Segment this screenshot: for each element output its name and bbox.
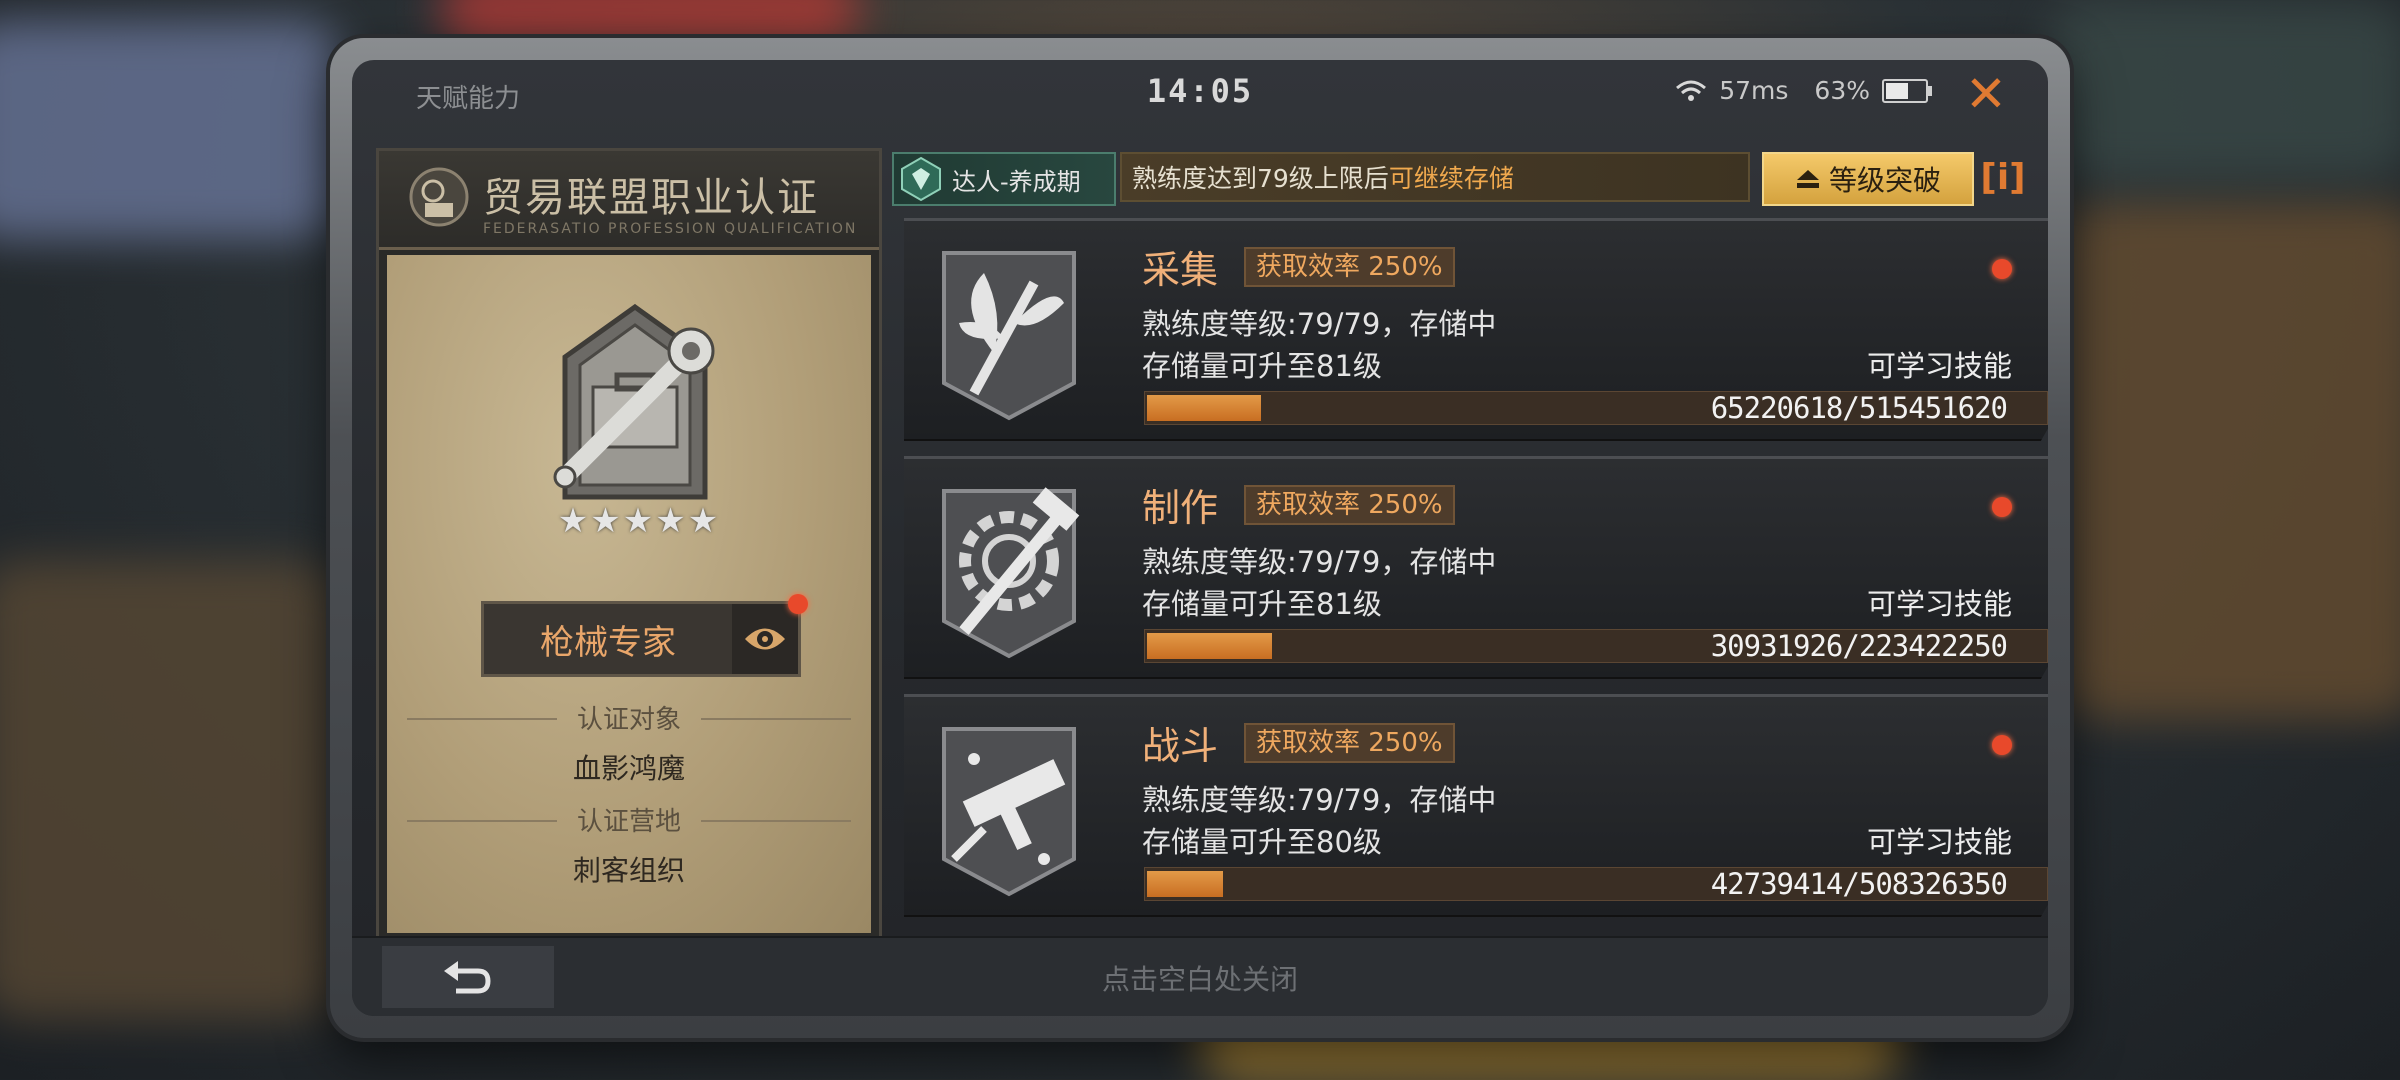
proficiency-progress-bar: 65220618/515451620 bbox=[1144, 391, 2048, 425]
tablet-frame: 天赋能力 14:05 57ms 63% ✕ 贸易联盟职业认证 FEDERASAT… bbox=[330, 38, 2070, 1038]
notification-dot bbox=[788, 594, 808, 614]
rank-gem-icon bbox=[901, 156, 941, 202]
target-value: 血影鸿魔 bbox=[572, 752, 685, 785]
background-blob bbox=[2050, 0, 2400, 180]
notification-dot bbox=[1992, 735, 2012, 755]
federation-logo-icon bbox=[409, 167, 469, 227]
ping-value: 57ms bbox=[1719, 76, 1789, 105]
gear-hammer-icon bbox=[942, 487, 1080, 659]
skill-name: 采集 bbox=[1142, 248, 1219, 292]
star-icon: ★ bbox=[655, 501, 686, 541]
progress-text: 42739414/508326350 bbox=[1710, 867, 2008, 901]
progress-fill bbox=[1147, 633, 1272, 659]
star-icon: ★ bbox=[590, 501, 621, 541]
screen: 天赋能力 14:05 57ms 63% ✕ 贸易联盟职业认证 FEDERASAT… bbox=[352, 60, 2048, 1016]
storage-text: 存储量可升至81级 bbox=[1142, 587, 1382, 621]
background-blob bbox=[2060, 200, 2400, 720]
job-title-label: 枪械专家 bbox=[540, 622, 676, 663]
certificate-header: 贸易联盟职业认证 FEDERASATIO PROFESSION QUALIFIC… bbox=[379, 151, 879, 250]
proficiency-text: 熟练度等级:79/79，存储中 bbox=[1142, 783, 1497, 817]
info-button[interactable]: [i] bbox=[1976, 152, 2030, 202]
certificate-title: 贸易联盟职业认证 bbox=[483, 175, 819, 221]
level-up-icon bbox=[1796, 170, 1819, 188]
target-label: 认证对象 bbox=[387, 699, 871, 736]
proficiency-text: 熟练度等级:79/79，存储中 bbox=[1142, 307, 1497, 341]
camp-value: 刺客组织 bbox=[572, 854, 685, 887]
battery-icon bbox=[1882, 78, 1932, 103]
certificate-panel: 贸易联盟职业认证 FEDERASATIO PROFESSION QUALIFIC… bbox=[376, 148, 882, 944]
smg-icon bbox=[942, 727, 1076, 897]
leaf-icon bbox=[942, 251, 1076, 421]
rank-label: 达人-养成期 bbox=[952, 167, 1081, 196]
bottom-bar: 点击空白处关闭 bbox=[352, 936, 2048, 1016]
status-indicators: 57ms 63% bbox=[1675, 76, 1932, 105]
job-title-button[interactable]: 枪械专家 bbox=[481, 594, 808, 677]
learnable-skill-label: 可学习技能 bbox=[1866, 587, 2012, 621]
star-icon: ★ bbox=[622, 501, 654, 541]
efficiency-badge: 获取效率 250% bbox=[1244, 723, 1455, 763]
banner-message-text: 熟练度达到79级上限后 bbox=[1132, 164, 1389, 193]
certificate-body: ★ ★ ★ ★ ★ 枪械专家 认证对象 血影鸿魔 认证营地 刺客组织 bbox=[387, 255, 871, 933]
storage-text: 存储量可升至80级 bbox=[1142, 825, 1382, 859]
proficiency-progress-bar: 30931926/223422250 bbox=[1144, 629, 2048, 663]
notification-dot bbox=[1992, 259, 2012, 279]
banner-message-highlight: 可继续存储 bbox=[1388, 164, 1514, 193]
star-icon: ★ bbox=[557, 501, 589, 541]
breakthrough-label: 等级突破 bbox=[1828, 164, 1941, 197]
close-hint[interactable]: 点击空白处关闭 bbox=[352, 958, 2048, 998]
learnable-skill-label: 可学习技能 bbox=[1866, 825, 2012, 859]
efficiency-badge: 获取效率 250% bbox=[1244, 485, 1455, 525]
proficiency-text: 熟练度等级:79/79，存储中 bbox=[1142, 545, 1497, 579]
rank-tag: 达人-养成期 bbox=[892, 152, 1116, 206]
banner-message: 熟练度达到79级上限后 可继续存储 bbox=[1120, 152, 1750, 202]
close-icon[interactable]: ✕ bbox=[1958, 66, 2014, 122]
wifi-icon bbox=[1676, 80, 1707, 101]
camp-label: 认证营地 bbox=[387, 801, 871, 838]
skill-name: 战斗 bbox=[1142, 724, 1219, 768]
info-icon: i bbox=[1996, 156, 2010, 198]
battery-percent: 63% bbox=[1814, 76, 1870, 105]
proficiency-progress-bar: 42739414/508326350 bbox=[1144, 867, 2048, 901]
eye-icon[interactable] bbox=[732, 604, 798, 674]
skill-name: 制作 bbox=[1142, 486, 1219, 530]
skill-card-craft[interactable]: 制作 获取效率 250% 熟练度等级:79/79，存储中 存储量可升至81级 可… bbox=[904, 456, 2048, 679]
storage-text: 存储量可升至81级 bbox=[1142, 349, 1382, 383]
progress-text: 30931926/223422250 bbox=[1710, 629, 2008, 663]
star-rating: ★ ★ ★ ★ ★ bbox=[553, 501, 723, 541]
star-icon: ★ bbox=[687, 501, 719, 541]
progress-fill bbox=[1147, 395, 1262, 421]
status-banner: 达人-养成期 熟练度达到79级上限后 可继续存储 等级突破 [i] bbox=[892, 148, 2048, 206]
learnable-skill-label: 可学习技能 bbox=[1866, 349, 2012, 383]
skill-card-combat[interactable]: 战斗 获取效率 250% 熟练度等级:79/79，存储中 存储量可升至80级 可… bbox=[904, 694, 2048, 917]
certificate-subtitle: FEDERASATIO PROFESSION QUALIFICATION bbox=[483, 221, 858, 237]
level-breakthrough-button[interactable]: 等级突破 bbox=[1762, 152, 1974, 206]
background-blob bbox=[0, 560, 340, 1020]
progress-text: 65220618/515451620 bbox=[1710, 391, 2008, 425]
status-bar: 天赋能力 14:05 57ms 63% ✕ bbox=[352, 60, 2048, 126]
notification-dot bbox=[1992, 497, 2012, 517]
progress-fill bbox=[1147, 871, 1223, 897]
background-blob bbox=[0, 20, 340, 240]
skill-card-gather[interactable]: 采集 获取效率 250% 熟练度等级:79/79，存储中 存储量可升至81级 可… bbox=[904, 218, 2048, 441]
efficiency-badge: 获取效率 250% bbox=[1244, 247, 1455, 287]
